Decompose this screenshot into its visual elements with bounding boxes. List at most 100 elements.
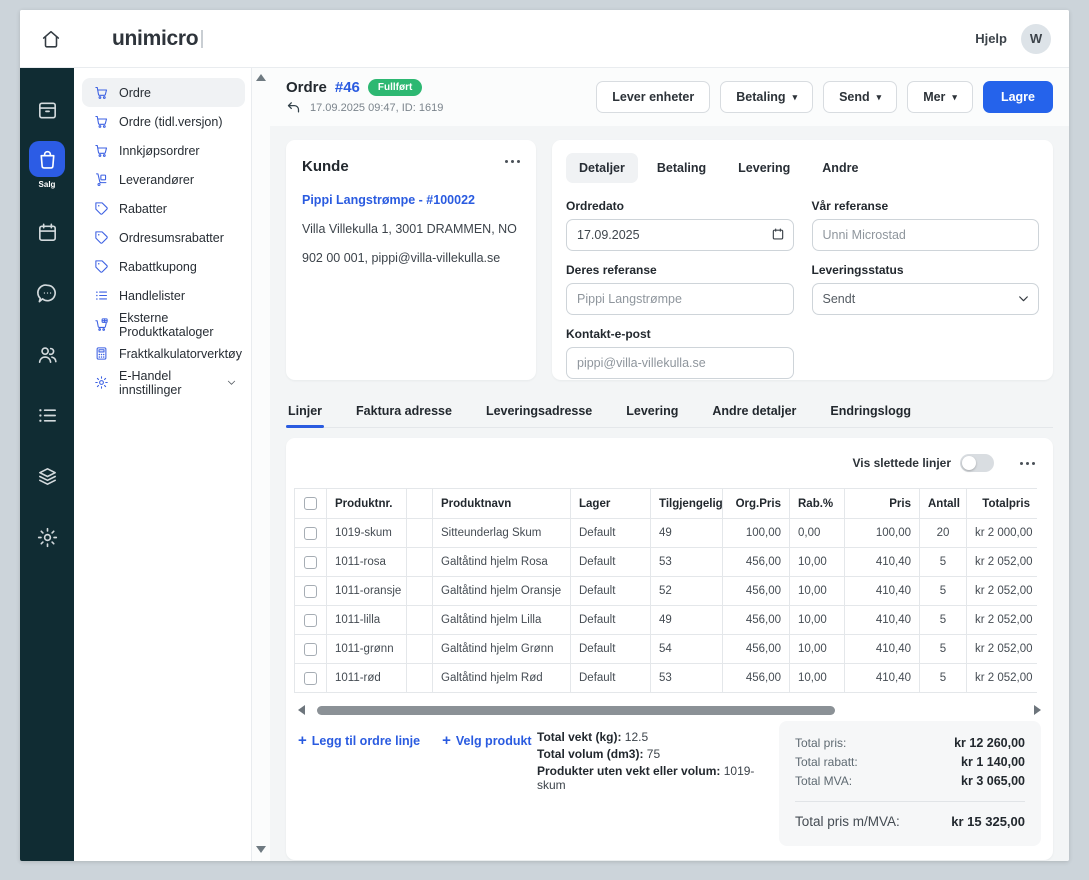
- empty-cell: [407, 635, 433, 664]
- sidebar-item-ordre-tidl-versjon-[interactable]: Ordre (tidl.versjon): [82, 107, 245, 136]
- order-number[interactable]: #46: [335, 79, 360, 96]
- detail-tab-detaljer[interactable]: Detaljer: [566, 153, 638, 183]
- logo-text: unimicro: [112, 27, 198, 51]
- cell-rab: 10,00: [790, 664, 845, 693]
- status-badge: Fullført: [368, 79, 422, 96]
- rail-active-tile[interactable]: [29, 141, 65, 177]
- col-header-produktnavn: Produktnavn: [433, 489, 571, 519]
- add-line-button[interactable]: + Legg til ordre linje: [298, 733, 420, 748]
- line-tab-faktura-adresse[interactable]: Faktura adresse: [354, 398, 454, 427]
- detail-tab-andre[interactable]: Andre: [809, 153, 871, 183]
- sidebar-item-eksterne-produktkataloger[interactable]: Eksterne Produktkataloger: [82, 310, 245, 339]
- scroll-up-icon[interactable]: [256, 74, 266, 81]
- supplier-icon: [94, 172, 109, 187]
- calendar-icon[interactable]: [771, 227, 785, 246]
- line-tab-endringslogg[interactable]: Endringslogg: [828, 398, 913, 427]
- col-header-org_pris: Org.Pris: [723, 489, 790, 519]
- row-checkbox[interactable]: [304, 556, 317, 569]
- scroll-left-icon[interactable]: [298, 705, 305, 715]
- line-tab-andre-detaljer[interactable]: Andre detaljer: [710, 398, 798, 427]
- scroll-down-icon[interactable]: [256, 846, 266, 853]
- col-header-pris: Pris: [845, 489, 920, 519]
- sidebar-item-innkjøpsordrer[interactable]: Innkjøpsordrer: [82, 136, 245, 165]
- rail-item-users[interactable]: [20, 324, 74, 385]
- cell-totalpris: kr 2 052,00: [967, 635, 1038, 664]
- detail-tab-levering[interactable]: Levering: [725, 153, 803, 183]
- row-checkbox[interactable]: [304, 672, 317, 685]
- cell-produktnavn: Galtåtind hjelm Lilla: [433, 606, 571, 635]
- cell-rab: 10,00: [790, 577, 845, 606]
- home-icon[interactable]: [38, 26, 64, 52]
- rail-item-archive[interactable]: [20, 80, 74, 141]
- empty-header-cell: [407, 489, 433, 519]
- mer-button[interactable]: Mer▾: [907, 81, 973, 113]
- col-header-totalpris: Totalpris: [967, 489, 1038, 519]
- row-checkbox[interactable]: [304, 614, 317, 627]
- sidebar-item-handlelister[interactable]: Handlelister: [82, 281, 245, 310]
- scrollbar-thumb[interactable]: [317, 706, 835, 715]
- ordredato-input[interactable]: [566, 219, 794, 251]
- more-options-icon[interactable]: [505, 160, 520, 163]
- field-var-referanse: Vår referanse: [812, 199, 1040, 251]
- deres-referanse-input[interactable]: [566, 283, 794, 315]
- table-row: 1019-skumSitteunderlag SkumDefault49100,…: [295, 519, 1038, 548]
- choose-product-button[interactable]: + Velg produkt: [442, 733, 531, 748]
- tag-icon: [94, 230, 109, 245]
- rail-item-checklist[interactable]: [20, 385, 74, 446]
- col-header-antall: Antall: [920, 489, 967, 519]
- cell-lager: Default: [571, 577, 651, 606]
- rail-item-gear[interactable]: [20, 507, 74, 568]
- lever-enheter-button[interactable]: Lever enheter: [596, 81, 710, 113]
- avatar[interactable]: W: [1021, 24, 1051, 54]
- add-line-label: Legg til ordre linje: [312, 734, 420, 748]
- show-deleted-toggle[interactable]: [960, 454, 994, 472]
- sidebar-item-rabatter[interactable]: Rabatter: [82, 194, 245, 223]
- scrollbar-track[interactable]: [310, 706, 1029, 715]
- total-value: kr 12 260,00: [954, 736, 1025, 750]
- select-all-checkbox[interactable]: [304, 497, 317, 510]
- sidebar-item-leverandører[interactable]: Leverandører: [82, 165, 245, 194]
- betaling-button[interactable]: Betaling▾: [720, 81, 813, 113]
- customer-link[interactable]: Pippi Langstrømpe - #100022: [302, 193, 520, 207]
- sidebar-item-e-handel-innstillinger[interactable]: E-Handel innstillinger: [82, 368, 245, 397]
- app-window: unimicro Hjelp W Salg OrdreOrdre (tidl.v…: [20, 10, 1069, 861]
- cell-antall: 5: [920, 577, 967, 606]
- rail-item-chat[interactable]: [20, 263, 74, 324]
- topbar: unimicro Hjelp W: [20, 10, 1069, 68]
- plus-icon: +: [298, 733, 307, 748]
- sidebar-item-ordresumsrabatter[interactable]: Ordresumsrabatter: [82, 223, 245, 252]
- details-tabs: DetaljerBetalingLeveringAndre: [566, 153, 1039, 183]
- scroll-right-icon[interactable]: [1034, 705, 1041, 715]
- customer-card: Kunde Pippi Langstrømpe - #100022 Villa …: [286, 140, 536, 380]
- help-link[interactable]: Hjelp: [975, 31, 1007, 46]
- back-arrow-icon[interactable]: [286, 100, 301, 115]
- cell-totalpris: kr 2 052,00: [967, 664, 1038, 693]
- empty-cell: [407, 577, 433, 606]
- sidebar-item-ordre[interactable]: Ordre: [82, 78, 245, 107]
- leveringsstatus-select[interactable]: Sendt: [812, 283, 1040, 315]
- empty-cell: [407, 519, 433, 548]
- line-tab-leveringsadresse[interactable]: Leveringsadresse: [484, 398, 594, 427]
- save-button[interactable]: Lagre: [983, 81, 1053, 113]
- checklist-icon: [36, 404, 59, 427]
- row-checkbox[interactable]: [304, 643, 317, 656]
- row-checkbox[interactable]: [304, 527, 317, 540]
- sidebar-item-rabattkupong[interactable]: Rabattkupong: [82, 252, 245, 281]
- rail-item-shopping-bag[interactable]: Salg: [20, 141, 74, 202]
- row-checkbox[interactable]: [304, 585, 317, 598]
- rail-item-calendar[interactable]: [20, 202, 74, 263]
- detail-tab-betaling[interactable]: Betaling: [644, 153, 719, 183]
- sidebar-item-fraktkalkulatorverktøy[interactable]: Fraktkalkulatorverktøy: [82, 339, 245, 368]
- line-tab-linjer[interactable]: Linjer: [286, 398, 324, 427]
- main-content: Ordre #46 Fullført 17.09.2025 09:47, ID:…: [270, 68, 1069, 861]
- kontakt-epost-input[interactable]: [566, 347, 794, 379]
- cart-icon: [94, 114, 109, 129]
- sidebar-item-label: Fraktkalkulatorverktøy: [119, 347, 242, 361]
- var-referanse-input[interactable]: [812, 219, 1040, 251]
- cell-antall: 5: [920, 635, 967, 664]
- line-tab-levering[interactable]: Levering: [624, 398, 680, 427]
- cell-lager: Default: [571, 548, 651, 577]
- rail-item-layers[interactable]: [20, 446, 74, 507]
- send-button[interactable]: Send▾: [823, 81, 897, 113]
- table-more-options-icon[interactable]: [1020, 462, 1035, 465]
